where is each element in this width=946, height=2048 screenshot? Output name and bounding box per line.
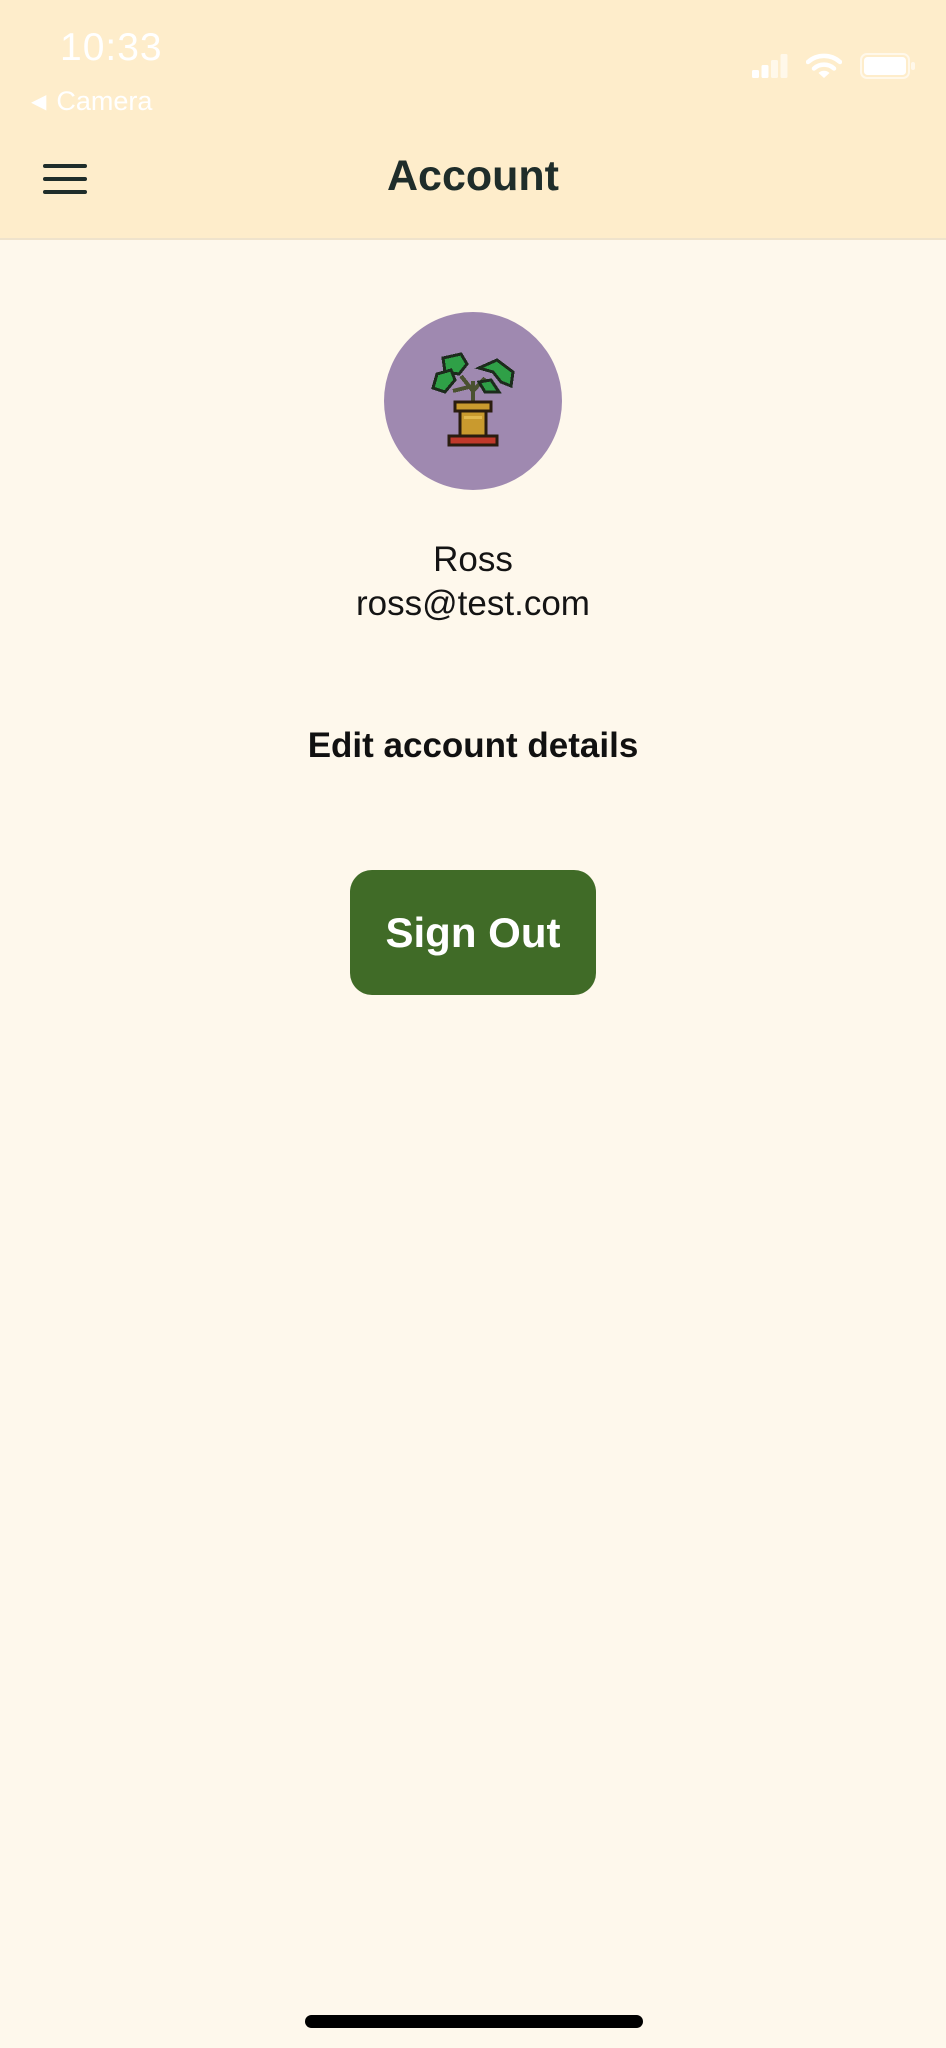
potted-plant-icon (431, 352, 515, 447)
cellular-signal-icon (752, 54, 788, 78)
home-indicator (305, 2015, 643, 2028)
edit-account-details-link[interactable]: Edit account details (0, 726, 946, 766)
back-label: Camera (56, 86, 153, 116)
profile-name: Ross (433, 540, 513, 579)
wifi-icon (806, 53, 842, 78)
avatar (384, 312, 562, 490)
back-arrow-icon: ◀ (31, 91, 47, 113)
top-bar: 10:33 ◀ Camera Account (0, 0, 946, 240)
sign-out-button[interactable]: Sign Out (350, 870, 596, 995)
battery-icon (860, 53, 915, 79)
status-time: 10:33 (60, 26, 163, 69)
page-title: Account (387, 152, 559, 200)
profile-email: ross@test.com (356, 584, 590, 623)
status-icons (752, 52, 916, 80)
back-to-camera-link[interactable]: ◀ Camera (31, 86, 152, 117)
